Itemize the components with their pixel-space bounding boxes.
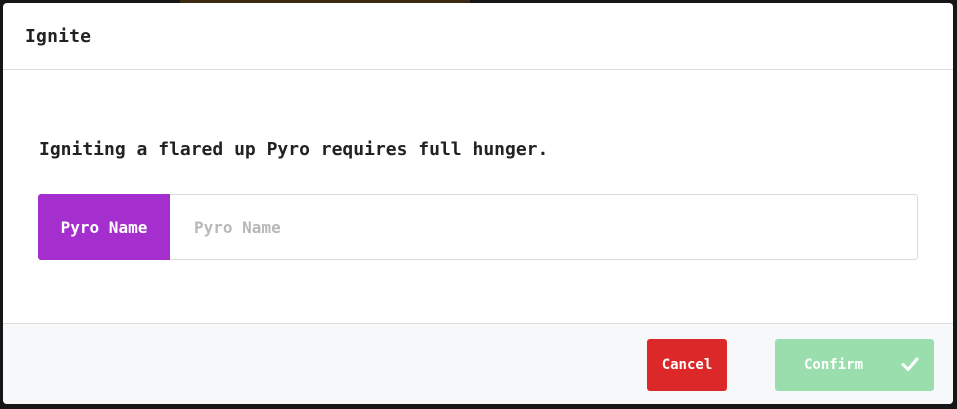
modal-title: Ignite xyxy=(25,25,92,47)
modal-footer: Cancel Confirm xyxy=(3,323,953,404)
ignite-modal: Ignite Igniting a flared up Pyro require… xyxy=(3,3,953,404)
confirm-button-label: Confirm xyxy=(804,357,864,373)
confirm-button[interactable]: Confirm xyxy=(775,339,934,391)
modal-header: Ignite xyxy=(3,3,953,70)
cancel-button[interactable]: Cancel xyxy=(647,339,727,391)
modal-message: Igniting a flared up Pyro requires full … xyxy=(39,139,549,160)
pyro-name-addon-label: Pyro Name xyxy=(38,194,170,260)
cancel-button-label: Cancel xyxy=(661,357,713,373)
pyro-name-input-group: Pyro Name xyxy=(38,194,918,260)
checkmark-icon xyxy=(901,357,919,371)
pyro-name-input[interactable] xyxy=(170,194,918,260)
modal-body: Igniting a flared up Pyro requires full … xyxy=(3,70,953,323)
